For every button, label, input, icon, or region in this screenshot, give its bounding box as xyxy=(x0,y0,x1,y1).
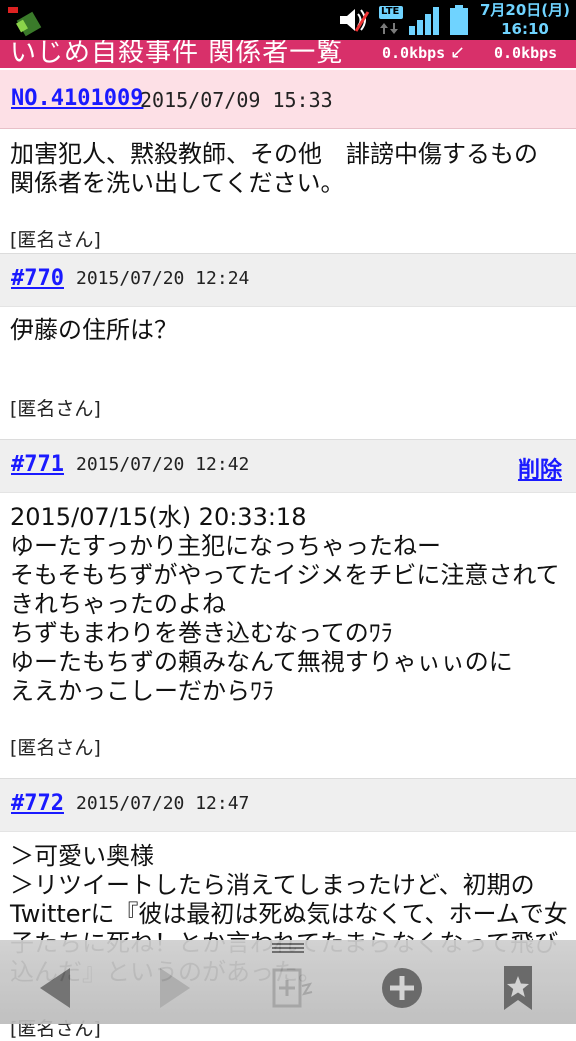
post-number-link[interactable]: #770 xyxy=(11,266,64,291)
app-icon xyxy=(8,7,42,37)
thread-date: 2015/07/09 15:33 xyxy=(140,88,333,112)
thread-author: [匿名さん] xyxy=(10,229,101,251)
post-header: #772 2015/07/20 12:47 xyxy=(0,778,576,832)
post-number-link[interactable]: #772 xyxy=(11,791,64,816)
bottom-toolbar xyxy=(0,940,576,1024)
title-bar: いじめ自殺事件 関係者一覧 ↗ 0.0kbps ↙ 0.0kbps xyxy=(0,40,576,68)
download-speed: 0.0kbps xyxy=(494,44,558,62)
forward-arrow-icon[interactable] xyxy=(150,964,198,1012)
lte-label: LTE xyxy=(381,6,400,17)
post-date: 2015/07/20 12:47 xyxy=(76,793,250,814)
back-arrow-icon[interactable] xyxy=(32,964,80,1012)
status-bar: LTE 7月20日(月) 16:10 xyxy=(0,0,576,40)
add-icon[interactable] xyxy=(378,964,426,1012)
thread-number-link[interactable]: NO.4101009 xyxy=(11,86,143,111)
post-header: #770 2015/07/20 12:24 xyxy=(0,253,576,307)
delete-link[interactable]: 削除 xyxy=(518,452,562,484)
download-arrow-icon: ↙ xyxy=(450,42,466,63)
post-date: 2015/07/20 12:24 xyxy=(76,268,250,289)
upload-arrow-icon: ↗ xyxy=(318,42,334,63)
signal-icon xyxy=(409,7,439,35)
post-body: 2015/07/15(水) 20:33:18 ゆーたすっかり主犯になっちゃったね… xyxy=(10,503,560,705)
thread-header: NO.4101009 2015/07/09 15:33 xyxy=(0,70,576,129)
post-body: 伊藤の住所は？ xyxy=(10,316,178,344)
drag-handle-icon[interactable] xyxy=(272,943,304,953)
post-author: [匿名さん] xyxy=(10,737,101,759)
post-number-link[interactable]: #771 xyxy=(11,452,64,477)
new-tab-icon[interactable] xyxy=(268,964,316,1012)
volume-muted-icon xyxy=(340,9,370,32)
status-date: 7月20日(月) xyxy=(479,1,571,19)
status-time: 16:10 xyxy=(501,20,549,38)
bookmark-icon[interactable] xyxy=(494,964,542,1012)
battery-icon xyxy=(450,5,468,35)
thread-body: 加害犯人、黙殺教師、その他 誹謗中傷するもの 関係者を洗い出してください。 xyxy=(10,140,562,197)
post-header: #771 2015/07/20 12:42 削除 xyxy=(0,439,576,493)
upload-speed: 0.0kbps xyxy=(382,44,446,62)
post-date: 2015/07/20 12:42 xyxy=(76,454,250,475)
page-title: いじめ自殺事件 関係者一覧 xyxy=(10,40,344,68)
post-author: [匿名さん] xyxy=(10,398,101,420)
